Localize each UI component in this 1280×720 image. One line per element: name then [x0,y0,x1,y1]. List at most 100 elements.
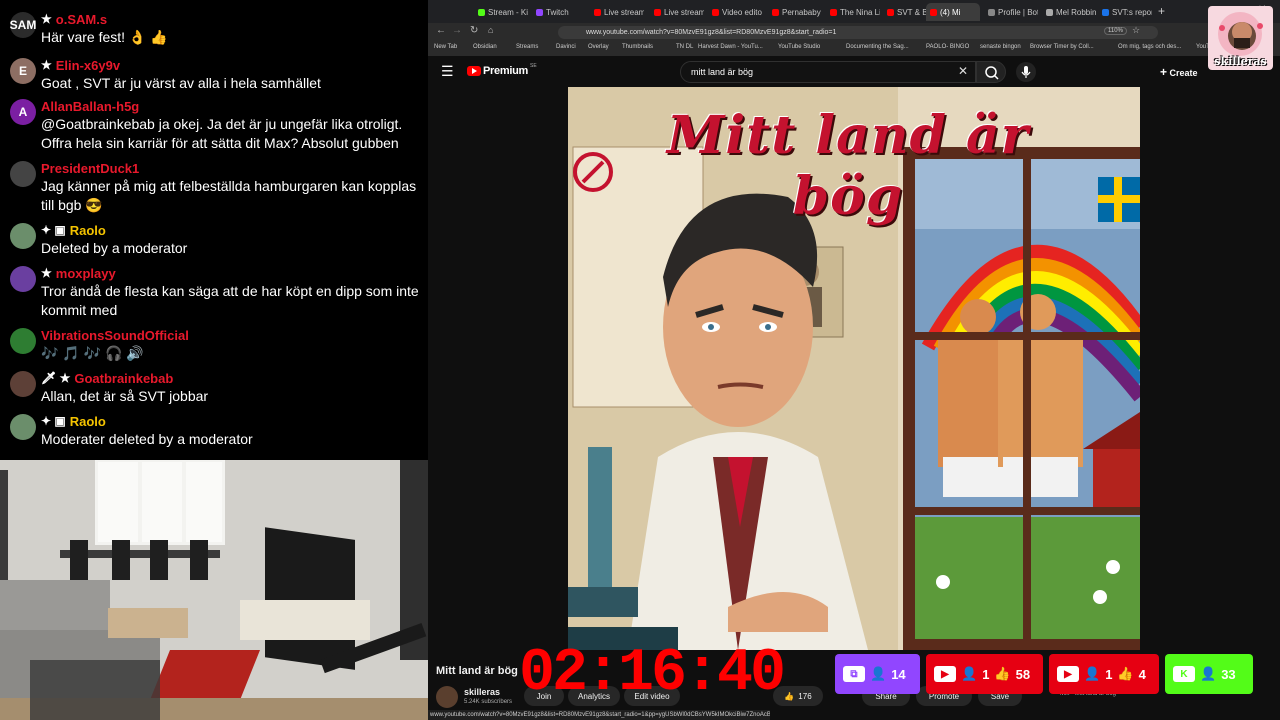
clear-search-icon[interactable]: ✕ [958,64,968,78]
browser-tab[interactable]: Live streaming [590,3,644,21]
browser-tab[interactable]: Live streaming [650,3,704,21]
chat-avatar[interactable]: A [10,99,36,125]
channel-logo-badge: skilleras [1208,6,1273,70]
chat-message-text: Tror ändå de flesta kan säga att de har … [41,283,419,318]
chat-username-row: ★ Elin-x6y9v [41,56,120,74]
chat-avatar[interactable] [10,414,36,440]
chat-username-row: PresidentDuck1 [41,159,139,177]
bookmark-item[interactable]: Streams [516,44,538,50]
youtube1-like-count: 58 [1015,666,1031,682]
browser-tab[interactable]: Mel Robbins [1042,3,1096,21]
chat-username[interactable]: o.SAM.s [56,12,107,27]
tab-label: SVT:s reports [1112,7,1152,17]
search-button[interactable] [976,61,1006,83]
chat-username[interactable]: Raolo [70,223,106,238]
chat-username-row: AllanBallan-h5g [41,97,139,115]
chat-username[interactable]: Goatbrainkebab [74,371,173,386]
bookmark-item[interactable]: PAOLO- BINGO [926,44,969,50]
browser-tab[interactable]: (4) Mi [926,3,980,21]
url-field[interactable]: www.youtube.com/watch?v=80MzvE91gz8&list… [558,26,1158,39]
bookmark-item[interactable]: Obsidian [473,44,497,50]
youtube-logo[interactable]: Premium SE [467,63,537,77]
bookmark-item[interactable]: Harvest Dawn - YouTu... [698,44,763,50]
subscriber-count: 5.24K subscribers [464,699,513,705]
viewer-icon: 👤 [1200,666,1217,681]
chat-username-row: 🗡 ★ Goatbrainkebab [41,369,173,387]
bookmark-item[interactable]: Davinci [556,44,576,50]
twitch-viewer-count: 14 [891,666,906,682]
channel-avatar[interactable] [436,686,458,708]
search-input[interactable]: mitt land är bög [680,61,976,83]
chat-username[interactable]: Elin-x6y9v [56,58,120,73]
reload-icon[interactable]: ↻ [470,25,478,36]
chat-badge-icon: ✦ ▣ [41,223,66,237]
youtube-icon: ▶ [934,666,956,682]
create-button[interactable]: + Create [1160,65,1198,79]
chat-message-text: Deleted by a moderator [41,240,188,256]
bookmark-item[interactable]: New Tab [434,44,457,50]
like-icon: 👍 [994,666,1011,681]
chat-username[interactable]: PresidentDuck1 [41,161,139,176]
youtube2-like-count: 4 [1138,666,1146,682]
tab-favicon-icon [594,8,601,16]
chat-avatar[interactable] [10,328,36,354]
browser-tab[interactable]: Twitch [532,3,586,21]
tab-favicon-icon [830,8,837,16]
bookmark-star-icon[interactable]: ☆ [1132,25,1140,36]
chat-avatar[interactable] [10,371,36,397]
stream-timer: 02:16:40 [519,640,786,708]
bookmark-item[interactable]: Thumbnails [622,44,653,50]
chat-avatar[interactable] [10,223,36,249]
thumbs-up-icon: 👍 [784,691,795,701]
chat-message-text: Moderater deleted by a moderator [41,431,253,447]
back-icon[interactable]: ← [436,25,446,36]
channel-name[interactable]: skilleras [464,687,500,697]
chat-username-row: VibrationsSoundOfficial [41,326,189,344]
chat-message-text: Jag känner på mig att felbeställda hambu… [41,178,417,213]
bookmarks-bar: New Tab Obsidian Streams Davinci Overlay Thum… [428,41,1280,56]
browser-tab[interactable]: SVT:s reports [1098,3,1152,21]
chat-avatar[interactable]: E [10,58,36,84]
tab-label: Live streaming [604,7,644,17]
browser-tab[interactable]: Stream - Kick [474,3,528,21]
chat-avatar[interactable]: SAM [10,12,36,38]
browser-tab[interactable]: Profile | Bot [984,3,1038,21]
chat-username[interactable]: AllanBallan-h5g [41,99,139,114]
chat-message-text: Här vare fest! 👌 👍 [41,29,168,45]
bookmark-item[interactable]: Overlay [588,44,609,50]
hamburger-menu-icon[interactable]: ☰ [441,63,454,80]
voice-search-button[interactable] [1016,62,1036,82]
webcam-scene-image [0,460,428,720]
chat-avatar[interactable] [10,266,36,292]
bookmark-item[interactable]: Browser Timer by Coll... [1030,44,1094,50]
forward-icon[interactable]: → [452,25,462,36]
video-player[interactable]: Mitt land är bög [568,87,1140,650]
new-tab-icon[interactable]: + [1158,4,1165,18]
tab-bar: Stream - Kick Twitch Live streaming Live st… [428,0,1280,23]
chat-badge-icon: ★ [41,266,52,280]
youtube-play-icon [467,66,481,76]
chat-panel: SAM ★ o.SAM.s Här vare fest! 👌 👍 E ★ Elin-x6y9… [0,0,428,460]
zoom-level[interactable]: 110% [1104,27,1127,35]
browser-tab[interactable]: Pernababy · YouTube [768,3,822,21]
bookmark-item[interactable]: TN DL [676,44,693,50]
bookmark-item[interactable]: senaste bingon [980,44,1021,50]
bookmark-item[interactable]: Om mig, tags och des... [1118,44,1181,50]
chat-badge-icon: ★ [41,58,52,72]
chat-avatar[interactable] [10,161,36,187]
bookmark-item[interactable]: YouTube Studio [778,44,820,50]
youtube-counter-2: ▶ 👤 1 👍 4 [1049,654,1159,694]
home-icon[interactable]: ⌂ [488,25,493,35]
chat-username[interactable]: Raolo [70,414,106,429]
chat-username[interactable]: VibrationsSoundOfficial [41,328,189,343]
video-title: Mitt land är bög [436,665,518,677]
chat-badge-icon: 🗡 ★ [41,371,71,385]
browser-tab[interactable]: The Nina Lin [826,3,880,21]
chat-username-row: ★ o.SAM.s [41,10,107,28]
twitch-icon: ⧉ [843,666,865,682]
address-bar: ← → ↻ ⌂ www.youtube.com/watch?v=80MzvE91… [428,23,1280,41]
bookmark-item[interactable]: Documenting the Sag... [846,44,909,50]
chat-username[interactable]: moxplayy [56,266,116,281]
browser-tab[interactable]: Video editor [708,3,762,21]
youtube2-viewer-count: 1 [1105,666,1113,682]
